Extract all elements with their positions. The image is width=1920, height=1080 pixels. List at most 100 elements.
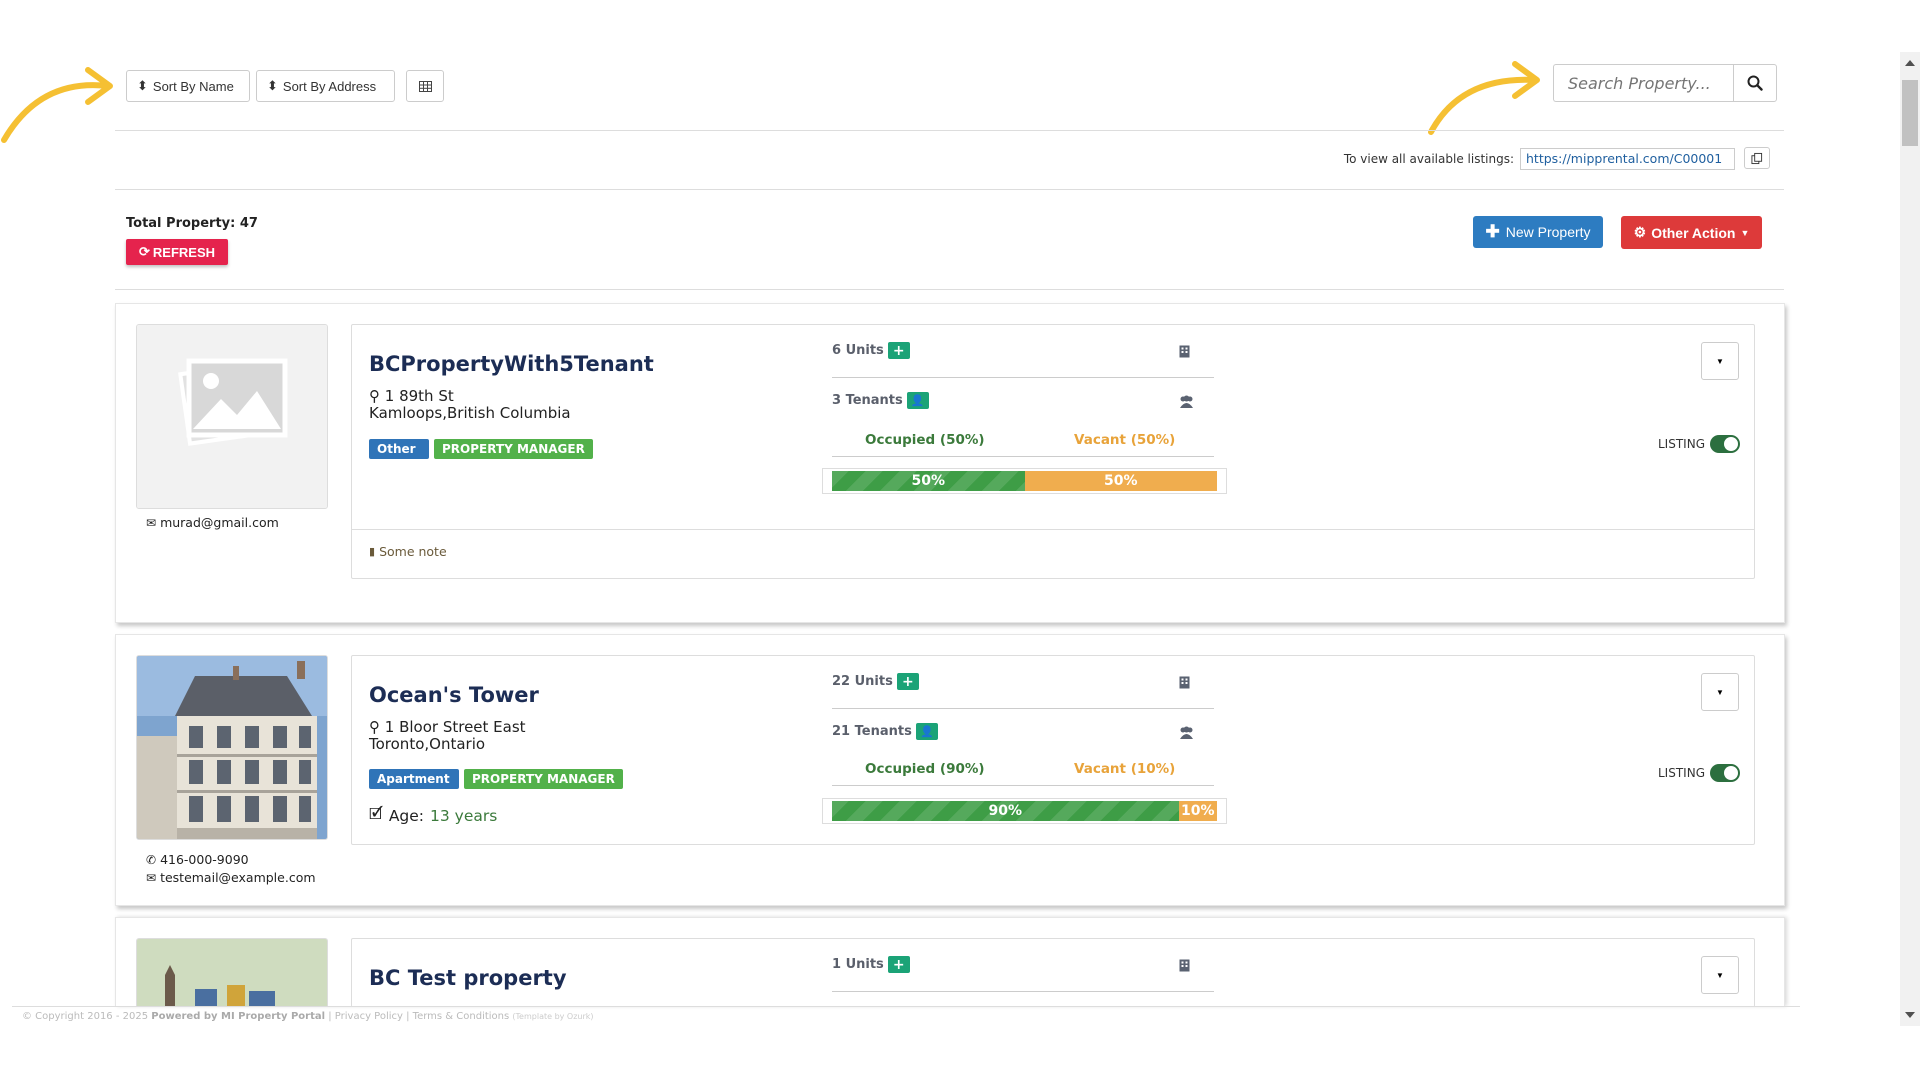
property-menu-button[interactable]: ▼ <box>1701 342 1739 380</box>
occupied-label: Occupied (50%) <box>865 432 985 448</box>
toggle-switch[interactable] <box>1710 764 1740 782</box>
add-tenant-button[interactable]: 👤 <box>906 392 929 409</box>
property-name[interactable]: Ocean's Tower <box>369 683 539 707</box>
property-name[interactable]: BCPropertyWith5Tenant <box>369 352 654 376</box>
map-marker-icon: ⚲ <box>369 718 380 736</box>
email-text: testemail@example.com <box>160 870 316 885</box>
scroll-down-arrow-icon[interactable] <box>1900 1004 1920 1026</box>
building-photo <box>137 656 327 839</box>
units-count: 6 Units + <box>832 342 910 359</box>
note-row: ▮ Some note <box>352 529 1754 579</box>
powered-by-link[interactable]: Powered by MI Property Portal <box>151 1011 325 1022</box>
add-tenant-button[interactable]: 👤 <box>915 723 938 740</box>
property-details: BC Test property 1 Units + ▼ <box>351 938 1755 1007</box>
vacant-segment: 50% <box>1024 471 1217 491</box>
copyright-text: © Copyright 2016 - 2025 <box>22 1011 149 1022</box>
copy-url-button[interactable] <box>1744 147 1770 169</box>
grid-view-button[interactable] <box>406 70 444 102</box>
property-card: BC Test property 1 Units + ▼ <box>115 917 1785 1007</box>
sort-icon: ⬍ <box>137 78 148 93</box>
phone-text: 416-000-9090 <box>160 852 249 867</box>
terms-link[interactable]: | Terms & Conditions <box>406 1011 509 1022</box>
property-menu-button[interactable]: ▼ <box>1701 673 1739 711</box>
property-type-tag: Apartment <box>369 769 459 789</box>
address-line2: Toronto,Ontario <box>369 735 486 753</box>
envelope-icon: ✉ <box>146 515 157 530</box>
users-icon <box>1180 726 1193 739</box>
vacant-label: Vacant (50%) <box>1074 432 1176 448</box>
property-image-placeholder[interactable] <box>136 324 328 509</box>
occupied-segment: 50% <box>832 471 1025 491</box>
property-image[interactable] <box>136 938 328 1007</box>
caret-down-icon: ▼ <box>1740 227 1750 238</box>
sort-by-address-label: Sort By Address <box>282 78 377 94</box>
caret-down-icon: ▼ <box>1716 356 1724 366</box>
search-property-input[interactable] <box>1553 64 1733 102</box>
caret-down-icon: ▼ <box>1716 970 1724 980</box>
phone-icon: ✆ <box>146 852 157 867</box>
property-address: ⚲ 1 Bloor Street East Toronto,Ontario <box>369 719 526 753</box>
sort-by-name-button[interactable]: ⬍ Sort By Name <box>126 70 250 102</box>
occupancy-bar: 90% 10% <box>822 798 1227 824</box>
listing-toggle[interactable]: LISTING <box>1658 764 1740 782</box>
building-icon <box>1179 345 1190 358</box>
listing-toggle[interactable]: LISTING <box>1658 435 1740 453</box>
units-count: 22 Units + <box>832 673 919 690</box>
total-property-count: Total Property: 47 <box>126 216 258 231</box>
occupied-label: Occupied (90%) <box>865 761 985 777</box>
users-icon <box>1180 395 1193 408</box>
add-unit-button[interactable]: + <box>887 956 910 973</box>
tenants-label: 3 Tenants <box>832 393 903 408</box>
refresh-label: REFRESH <box>152 244 216 260</box>
units-count: 1 Units + <box>832 956 910 973</box>
role-tag: PROPERTY MANAGER <box>464 769 623 789</box>
listings-url[interactable]: https://mipprental.com/C00001 <box>1520 148 1735 170</box>
search-icon <box>1747 75 1763 91</box>
tenants-count: 21 Tenants 👤 <box>832 723 938 740</box>
units-label: 22 Units <box>832 674 893 689</box>
property-menu-button[interactable]: ▼ <box>1701 956 1739 994</box>
sort-by-address-button[interactable]: ⬍ Sort By Address <box>256 70 395 102</box>
scrollbar-track[interactable] <box>1900 52 1920 1026</box>
sort-icon: ⬍ <box>267 78 278 93</box>
owner-email[interactable]: ✉ testemail@example.com <box>146 870 316 885</box>
other-action-label: Other Action <box>1651 224 1736 241</box>
property-name[interactable]: BC Test property <box>369 966 567 990</box>
caret-down-icon: ▼ <box>1716 687 1724 697</box>
role-tag: PROPERTY MANAGER <box>434 439 593 459</box>
divider <box>115 289 1784 290</box>
add-unit-button[interactable]: + <box>887 342 910 359</box>
owner-phone[interactable]: ✆ 416-000-9090 <box>146 852 249 867</box>
building-icon <box>1179 676 1190 689</box>
owner-email[interactable]: ✉ murad@gmail.com <box>146 515 279 530</box>
toggle-switch[interactable] <box>1710 435 1740 453</box>
divider <box>832 456 1214 457</box>
property-details: Ocean's Tower ⚲ 1 Bloor Street East Toro… <box>351 655 1755 845</box>
other-action-button[interactable]: ⚙ Other Action ▼ <box>1621 216 1762 249</box>
callout-arrow-right-icon <box>1428 61 1540 135</box>
new-property-button[interactable]: ✚ New Property <box>1473 216 1603 248</box>
tenants-count: 3 Tenants 👤 <box>832 392 929 409</box>
refresh-button[interactable]: ⟳ REFRESH <box>126 239 228 265</box>
privacy-policy-link[interactable]: | Privacy Policy <box>328 1011 403 1022</box>
book-icon: ▮ <box>369 545 376 558</box>
occupancy-bar: 50% 50% <box>822 468 1227 494</box>
scroll-up-arrow-icon[interactable] <box>1900 52 1920 74</box>
search-button[interactable] <box>1733 64 1777 102</box>
divider <box>832 377 1214 378</box>
building-icon <box>1179 959 1190 972</box>
divider <box>115 130 1784 131</box>
add-unit-button[interactable]: + <box>896 673 919 690</box>
divider <box>832 991 1214 992</box>
tenants-label: 21 Tenants <box>832 724 912 739</box>
units-label: 1 Units <box>832 957 884 972</box>
callout-arrow-left-icon <box>1 67 113 143</box>
note-text: Some note <box>379 544 447 559</box>
map-marker-icon: ⚲ <box>369 387 380 405</box>
scrollbar-thumb[interactable] <box>1902 80 1918 146</box>
property-image[interactable] <box>136 655 328 840</box>
footer: © Copyright 2016 - 2025 Powered by MI Pr… <box>22 1011 594 1022</box>
property-age: 🗹 Age: 13 years <box>369 802 497 829</box>
age-label: Age: <box>388 806 425 825</box>
template-credit: (Template by Ozurk) <box>512 1012 594 1021</box>
